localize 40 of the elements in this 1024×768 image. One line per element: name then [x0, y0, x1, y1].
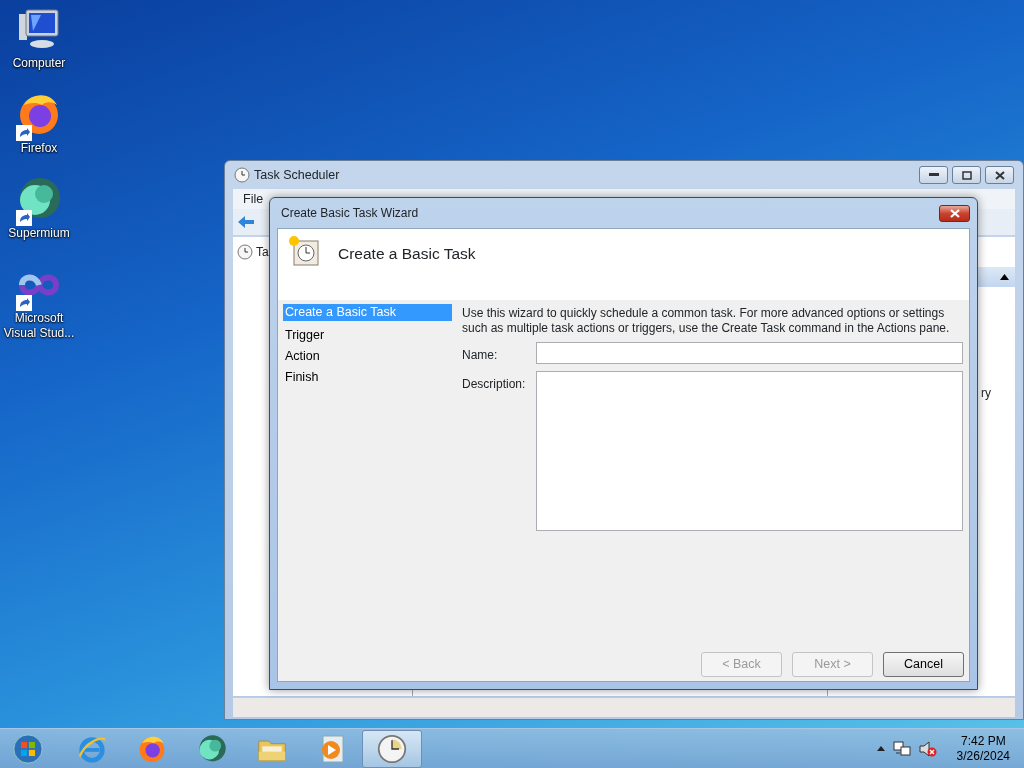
action-link[interactable]: ry — [981, 384, 991, 402]
instruction-text: Use this wizard to quickly schedule a common task. For more advanced options or settings such as multiple task actions or triggers, use the Create Task command in the Actions pane. — [462, 306, 951, 336]
clock-icon — [237, 244, 253, 260]
desktop-icon-label[interactable]: Computer — [12, 56, 66, 71]
clock-icon — [234, 167, 250, 183]
clock-date[interactable]: 3/26/2024 — [956, 748, 1010, 764]
maximize-icon — [961, 170, 972, 180]
muted-speaker-icon[interactable] — [918, 740, 937, 757]
taskbar-button[interactable] — [362, 729, 422, 768]
field-label: Name: — [462, 347, 499, 364]
desktop-icon-label[interactable]: Supermium — [8, 226, 70, 241]
clock-icon — [377, 733, 407, 764]
back-arrow-icon[interactable] — [237, 215, 255, 229]
page-heading: Create a Basic Task — [338, 244, 476, 264]
wizard-step[interactable]: Trigger — [283, 325, 452, 346]
field-label: Description: — [462, 376, 527, 393]
close-button[interactable] — [985, 166, 1014, 184]
collapse-arrow-icon[interactable] — [1000, 274, 1009, 280]
close-button[interactable] — [939, 204, 970, 222]
name-field[interactable] — [536, 342, 963, 364]
dialog-title: Create Basic Task Wizard — [281, 205, 419, 222]
close-icon — [949, 208, 960, 218]
tree-item[interactable]: Ta — [256, 243, 269, 261]
show-hidden-icons-arrow-icon[interactable] — [876, 746, 885, 751]
wizard-step[interactable]: Action — [283, 346, 452, 367]
desktop-icon-label[interactable]: Firefox — [20, 141, 58, 156]
minimize-icon — [928, 173, 939, 177]
maximize-button[interactable] — [952, 166, 981, 184]
menu-item[interactable]: File — [243, 189, 264, 209]
clock-icon — [288, 235, 320, 267]
sphere-icon — [197, 733, 227, 764]
close-icon — [994, 170, 1005, 180]
minimize-button[interactable] — [919, 166, 948, 184]
description-field[interactable] — [536, 371, 963, 531]
wizard-button[interactable]: Cancel — [883, 652, 964, 677]
wizard-step[interactable]: Finish — [283, 367, 452, 388]
desktop-icon-label[interactable]: Microsoft Visual Stud... — [1, 311, 77, 341]
network-icon[interactable] — [892, 740, 911, 757]
clock-time[interactable]: 7:42 PM — [960, 733, 1006, 749]
window-title: Task Scheduler — [254, 166, 340, 184]
